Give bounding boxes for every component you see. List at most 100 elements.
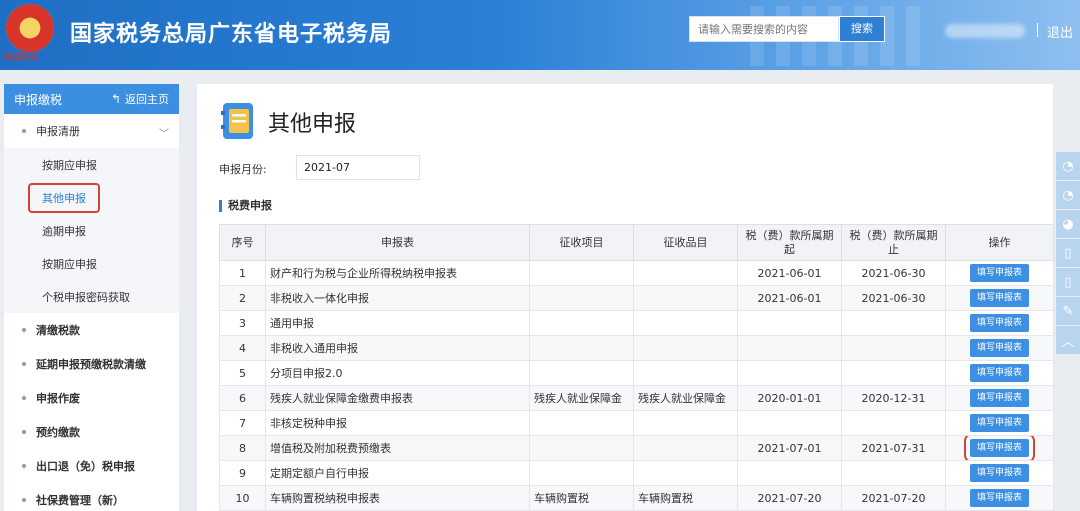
search-button[interactable]: 搜索: [839, 16, 885, 42]
period-end: 2021-07-31: [841, 435, 946, 461]
sidebar-item-label: 申报作废: [36, 392, 80, 405]
period-end: 2021-07-20: [841, 485, 946, 511]
bullet-icon: [22, 464, 26, 468]
fill-form-button[interactable]: 填写申报表: [969, 414, 1029, 432]
period-end: [841, 335, 946, 361]
sidebar-header: 申报缴税 ↰ 返回主页: [4, 84, 179, 114]
sidebar-item-label: 社保费管理（新）: [36, 494, 124, 507]
month-label: 申报月份:: [219, 163, 267, 176]
table-row: 2 非税收入一体化申报 2021-06-01 2021-06-30 填写申报表: [219, 285, 1054, 311]
table-row: 6 残疾人就业保障金缴费申报表 残疾人就业保障金 残疾人就业保障金 2020-01-01…: [219, 385, 1054, 411]
levy-item: [529, 360, 634, 386]
levy-subitem: 残疾人就业保障金: [633, 385, 738, 411]
search-input[interactable]: [689, 16, 839, 42]
main-panel: 其他申报 申报月份: 2021-07 税费申报 序号 申报表 征收项目 征收品目…: [197, 84, 1054, 511]
period-start: 2021-07-01: [737, 435, 842, 461]
table-row: 4 非税收入通用申报 填写申报表: [219, 335, 1054, 361]
levy-item: [529, 435, 634, 461]
levy-subitem: [633, 260, 738, 286]
action-cell: 填写申报表: [945, 335, 1054, 361]
sidebar-subitem-password[interactable]: 个税申报密码获取: [4, 280, 179, 313]
fill-form-button[interactable]: 填写申报表: [969, 264, 1029, 282]
user-name-blurred: [945, 24, 1025, 38]
form-name: 财产和行为税与企业所得税纳税申报表: [265, 260, 530, 286]
fill-form-button[interactable]: 填写申报表: [969, 339, 1029, 357]
levy-item: [529, 410, 634, 436]
sidebar-item-deferred[interactable]: 延期申报预缴税款清缴: [4, 347, 179, 381]
phone-icon[interactable]: ▯: [1056, 268, 1080, 296]
period-end: [841, 360, 946, 386]
fill-form-button[interactable]: 填写申报表: [969, 464, 1029, 482]
levy-subitem: [633, 335, 738, 361]
form-name: 增值税及附加税费预缴表: [265, 435, 530, 461]
notebook-icon: [221, 103, 253, 139]
column-header: 申报表: [265, 224, 530, 261]
period-start: [737, 360, 842, 386]
period-end: 2020-12-31: [841, 385, 946, 411]
sidebar-item-label: 延期申报预缴税款清缴: [36, 358, 146, 371]
action-cell: 填写申报表: [945, 460, 1054, 486]
form-name: 非税收入通用申报: [265, 335, 530, 361]
levy-subitem: [633, 310, 738, 336]
row-number: 10: [219, 485, 266, 511]
sidebar-item-settle[interactable]: 清缴税款: [4, 313, 179, 347]
fill-form-button[interactable]: 填写申报表: [969, 364, 1029, 382]
table-header-row: 序号 申报表 征收项目 征收品目 税（费）款所属期起 税（费）款所属期止 操作: [219, 224, 1054, 261]
fill-form-button[interactable]: 填写申报表: [969, 489, 1029, 507]
levy-item: [529, 285, 634, 311]
chat-icon[interactable]: ◔: [1056, 152, 1080, 180]
bullet-icon: [22, 498, 26, 502]
phone-icon[interactable]: ▯: [1056, 239, 1080, 267]
bullet-icon: [22, 396, 26, 400]
column-header: 征收品目: [633, 224, 738, 261]
sidebar-item-export-refund[interactable]: 出口退（免）税申报: [4, 449, 179, 483]
fill-form-button[interactable]: 填写申报表: [969, 389, 1029, 407]
sidebar-subitem-periodic-2[interactable]: 按期应申报: [4, 247, 179, 280]
weibo-icon[interactable]: ◕: [1056, 210, 1080, 238]
chat-icon[interactable]: ◔: [1056, 181, 1080, 209]
back-home-button[interactable]: ↰ 返回主页: [111, 91, 169, 107]
bullet-icon: [22, 328, 26, 332]
levy-item: [529, 260, 634, 286]
row-number: 8: [219, 435, 266, 461]
edit-icon[interactable]: ✎: [1056, 297, 1080, 325]
floating-toolbar: ◔ ◔ ◕ ▯ ▯ ✎ ︿: [1056, 152, 1080, 355]
action-cell: 填写申报表: [945, 360, 1054, 386]
period-start: [737, 460, 842, 486]
column-header: 操作: [945, 224, 1054, 261]
table-row: 1 财产和行为税与企业所得税纳税申报表 2021-06-01 2021-06-30 填写…: [219, 260, 1054, 286]
period-end: 2021-06-30: [841, 285, 946, 311]
form-name: 非税收入一体化申报: [265, 285, 530, 311]
action-cell: 填写申报表: [945, 310, 1054, 336]
emblem-caption: 中国税务: [2, 53, 39, 63]
row-number: 2: [219, 285, 266, 311]
sidebar-item-void[interactable]: 申报作废: [4, 381, 179, 415]
fill-form-button[interactable]: 填写申报表: [969, 289, 1029, 307]
period-start: [737, 310, 842, 336]
levy-subitem: [633, 360, 738, 386]
month-field[interactable]: 2021-07: [296, 155, 420, 180]
levy-item: [529, 460, 634, 486]
period-start: [737, 335, 842, 361]
fill-form-button[interactable]: 填写申报表: [963, 436, 1036, 460]
logout-link[interactable]: 退出: [1047, 22, 1073, 41]
row-number: 5: [219, 360, 266, 386]
sidebar-subitem-overdue[interactable]: 逾期申报: [4, 214, 179, 247]
fill-form-button[interactable]: 填写申报表: [969, 314, 1029, 332]
table-row: 10 车辆购置税纳税申报表 车辆购置税 车辆购置税 2021-07-20 2021-07-…: [219, 485, 1054, 511]
form-name: 车辆购置税纳税申报表: [265, 485, 530, 511]
up-arrow-icon[interactable]: ︿: [1056, 326, 1080, 354]
form-name: 非核定税种申报: [265, 410, 530, 436]
sidebar-subitem-other[interactable]: 其他申报: [4, 181, 179, 214]
sidebar-subitem-periodic[interactable]: 按期应申报: [4, 148, 179, 181]
sidebar-item-declaration-list[interactable]: 申报清册 ﹀: [4, 114, 179, 148]
top-header: 中国税务 国家税务总局广东省电子税务局 搜索 退出: [0, 0, 1080, 70]
tax-emblem-icon: [6, 4, 54, 52]
action-cell: 填写申报表: [945, 285, 1054, 311]
header-separator: [1037, 23, 1038, 37]
sidebar-item-reserve[interactable]: 预约缴款: [4, 415, 179, 449]
row-number: 1: [219, 260, 266, 286]
section-title: 税费申报: [219, 200, 272, 212]
sidebar-item-social-security[interactable]: 社保费管理（新）: [4, 483, 179, 511]
back-arrow-icon: ↰: [110, 92, 121, 106]
